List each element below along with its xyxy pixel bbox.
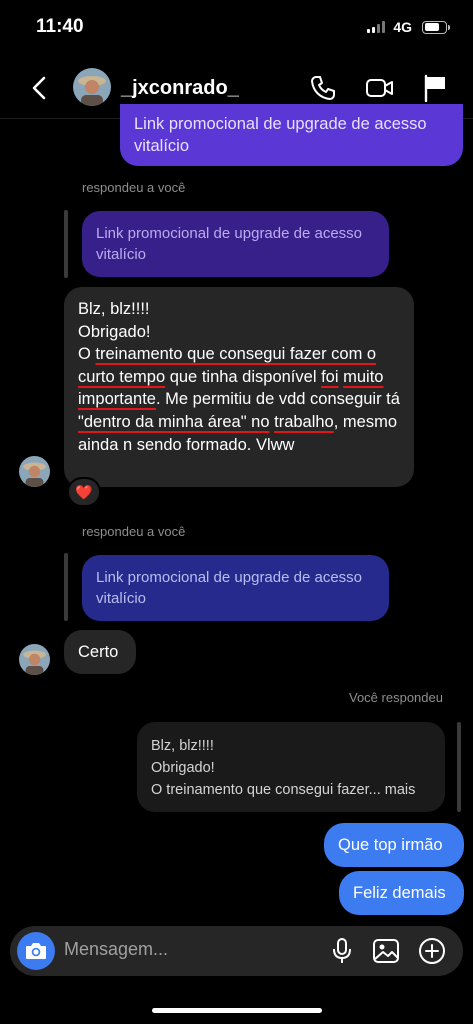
quoted-line: Blz, blz!!!!: [151, 738, 214, 754]
gallery-icon[interactable]: [372, 937, 400, 965]
received-message-long[interactable]: Blz, blz!!!! Obrigado! O treinamento que…: [64, 287, 414, 487]
heart-reaction[interactable]: ❤️: [67, 477, 101, 507]
chat-username[interactable]: _jxconrado_: [121, 77, 239, 100]
microphone-icon[interactable]: [331, 937, 353, 965]
phone-icon[interactable]: [309, 74, 337, 102]
message-composer: [10, 926, 463, 976]
message-line: Obrigado!: [78, 322, 151, 341]
sender-avatar[interactable]: [19, 456, 50, 487]
highlighted-text: curto tempo: [78, 367, 166, 386]
own-quoted-message[interactable]: Blz, blz!!!! Obrigado! O treinamento que…: [137, 722, 445, 812]
text-segment: que tinha disponível: [165, 367, 322, 386]
sent-message[interactable]: Feliz demais: [339, 871, 464, 915]
heart-icon: ❤️: [75, 483, 93, 500]
message-text: Feliz demais: [353, 884, 446, 902]
highlighted-text: treinamento que consegui fazer com o: [95, 345, 377, 364]
flag-icon[interactable]: [422, 74, 448, 102]
quoted-line: Obrigado!: [151, 760, 215, 776]
message-input[interactable]: [64, 939, 314, 960]
back-arrow-icon[interactable]: [26, 74, 54, 102]
profile-avatar[interactable]: [73, 68, 111, 106]
highlighted-text: trabalho: [274, 412, 334, 431]
text-segment: . Me permitiu de vdd conseguir tá: [155, 390, 400, 409]
received-message[interactable]: Certo: [64, 630, 136, 674]
quote-bar: [457, 722, 461, 812]
quoted-text: Link promocional de upgrade de acesso vi…: [96, 225, 363, 263]
camera-icon: [26, 943, 46, 959]
battery-icon: [422, 20, 450, 34]
video-call-icon[interactable]: [365, 74, 395, 102]
sender-avatar[interactable]: [19, 644, 50, 675]
quoted-line: O treinamento que consegui fazer... mais: [151, 782, 416, 798]
status-time: 11:40: [36, 16, 84, 37]
sent-message[interactable]: Que top irmão: [324, 823, 464, 867]
you-replied-label: Você respondeu: [349, 690, 443, 705]
signal-icon: [367, 21, 386, 33]
home-indicator: [152, 1008, 322, 1013]
battery-level: [424, 23, 439, 31]
highlighted-text: "dentro da minha área" no: [78, 412, 270, 431]
status-indicators: 4G: [367, 19, 450, 35]
text-segment: O: [78, 345, 96, 364]
message-bubble-partial[interactable]: Link promocional de upgrade de acesso vi…: [120, 104, 463, 166]
message-text: Certo: [78, 643, 119, 661]
message-paragraph: O treinamento que consegui fazer com o c…: [78, 343, 400, 456]
highlighted-text: foi: [321, 367, 339, 386]
message-line: Blz, blz!!!!: [78, 300, 150, 318]
message-text: Que top irmão: [338, 836, 443, 854]
network-type: 4G: [393, 19, 412, 35]
camera-button[interactable]: [17, 932, 55, 970]
add-icon[interactable]: [418, 937, 446, 965]
message-text: Link promocional de upgrade de acesso vi…: [134, 115, 427, 155]
quote-bar: [64, 210, 68, 278]
quoted-text: Link promocional de upgrade de acesso vi…: [96, 569, 363, 607]
quoted-message[interactable]: Link promocional de upgrade de acesso vi…: [82, 211, 389, 277]
quote-bar: [64, 553, 68, 621]
reply-label: respondeu a você: [82, 180, 186, 195]
quoted-message[interactable]: Link promocional de upgrade de acesso vi…: [82, 555, 389, 621]
reply-label: respondeu a você: [82, 524, 186, 539]
